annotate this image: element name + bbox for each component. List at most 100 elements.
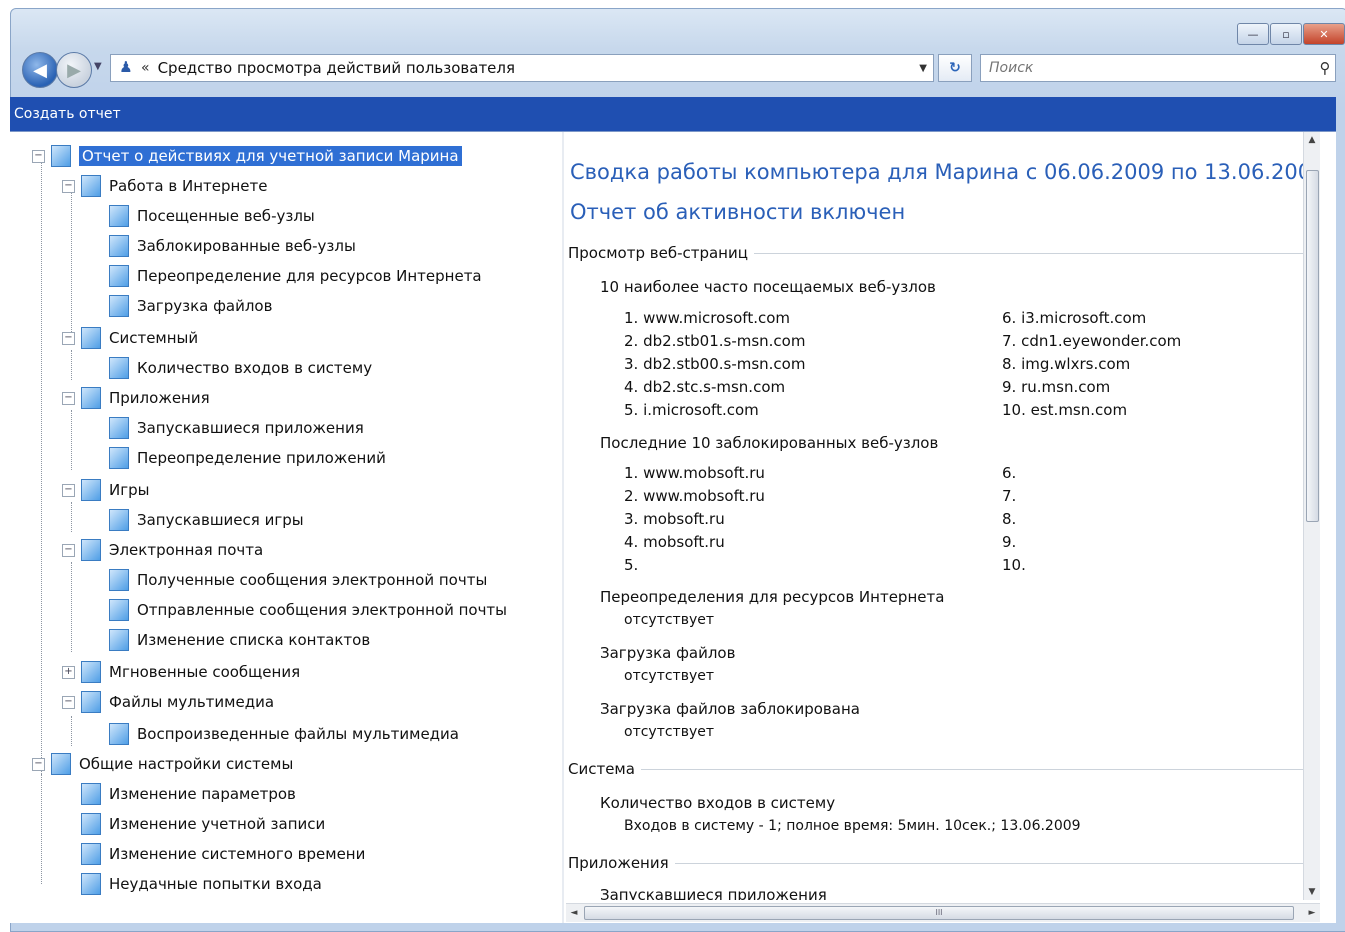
report-node-icon (81, 661, 101, 683)
tree-node-contacts-changes[interactable]: Изменение списка контактов (109, 626, 370, 654)
tree-node-system[interactable]: − Системный (62, 324, 198, 352)
section-label: Система (568, 760, 635, 778)
downloads-heading: Загрузка файлов (600, 644, 736, 662)
report-node-icon (109, 205, 129, 227)
logons-value: Входов в систему - 1; полное время: 5мин… (624, 818, 1081, 834)
section-web: Просмотр веб-страниц (568, 244, 1320, 262)
parental-controls-icon: ♟ (119, 58, 133, 76)
blocked-site: 8. (1002, 510, 1017, 528)
breadcrumb-current[interactable]: Средство просмотра действий пользователя (158, 59, 515, 77)
tree-node-time-changes[interactable]: Изменение системного времени (81, 840, 365, 868)
tree-node-label: Запускавшиеся игры (137, 511, 304, 529)
blocked-site: 1. www.mobsoft.ru (624, 464, 765, 482)
back-button[interactable]: ◀ (22, 52, 58, 88)
tree-node-sent-email[interactable]: Отправленные сообщения электронной почты (109, 596, 507, 624)
collapse-toggle-icon[interactable]: − (62, 483, 75, 497)
tree-node-played-media[interactable]: Воспроизведенные файлы мультимедиа (109, 720, 459, 748)
create-report-button[interactable]: Создать отчет (10, 106, 121, 122)
scroll-left-icon[interactable]: ◄ (566, 905, 582, 921)
forward-button[interactable]: ▶ (56, 52, 92, 88)
expand-toggle-icon[interactable]: + (62, 665, 75, 679)
vertical-scroll-thumb[interactable] (1306, 170, 1319, 522)
search-icon[interactable]: ⚲ (1315, 59, 1335, 77)
scroll-right-icon[interactable]: ► (1304, 905, 1320, 921)
tree-node-applications[interactable]: − Приложения (62, 384, 210, 412)
section-applications: Приложения (568, 854, 1320, 872)
collapse-toggle-icon[interactable]: − (62, 695, 75, 709)
tree-node-general-settings[interactable]: − Общие настройки системы (32, 750, 293, 778)
tree-node-web[interactable]: − Работа в Интернете (62, 172, 268, 200)
scroll-up-icon[interactable]: ▲ (1304, 132, 1320, 148)
address-bar[interactable]: ♟ « Средство просмотра действий пользова… (110, 54, 934, 82)
report-node-icon (109, 357, 129, 379)
tree-node-received-email[interactable]: Полученные сообщения электронной почты (109, 566, 487, 594)
refresh-icon: ↻ (949, 60, 961, 76)
refresh-button[interactable]: ↻ (938, 54, 972, 82)
tree-node-label: Общие настройки системы (79, 755, 294, 773)
maximize-button[interactable]: ▫ (1270, 23, 1302, 45)
command-bar: Создать отчет (10, 97, 1336, 131)
vertical-scrollbar[interactable]: ▲ ▼ (1303, 132, 1320, 900)
breadcrumb-chevron[interactable]: « (141, 60, 150, 76)
report-node-icon (81, 783, 101, 805)
blocked-downloads-value: отсутствует (624, 724, 715, 740)
tree-node-games[interactable]: − Игры (62, 476, 149, 504)
tree-node-media[interactable]: − Файлы мультимедиа (62, 688, 274, 716)
blocked-site: 5. (624, 556, 639, 574)
collapse-toggle-icon[interactable]: − (62, 391, 75, 405)
recent-pages-dropdown[interactable]: ▼ (94, 61, 102, 72)
tree-node-instant-messages[interactable]: + Мгновенные сообщения (62, 658, 300, 686)
tree-node-report-root[interactable]: − Отчет о действиях для учетной записи М… (32, 142, 462, 170)
tree-node-app-overrides[interactable]: Переопределение приложений (109, 444, 386, 472)
report-node-icon (109, 599, 129, 621)
tree-node-settings-changes[interactable]: Изменение параметров (81, 780, 296, 808)
report-node-icon (109, 265, 129, 287)
visited-site: 5. i.microsoft.com (624, 401, 759, 419)
horizontal-scrollbar[interactable]: ◄ III ► (566, 903, 1320, 922)
tree-node-label: Изменение системного времени (109, 845, 366, 863)
tree-node-label: Изменение параметров (109, 785, 296, 803)
report-status: Отчет об активности включен (570, 200, 906, 224)
tree-node-label: Приложения (109, 389, 210, 407)
tree-line (41, 774, 42, 884)
collapse-toggle-icon[interactable]: − (32, 149, 45, 163)
collapse-toggle-icon[interactable]: − (62, 543, 75, 557)
tree-node-web-overrides[interactable]: Переопределение для ресурсов Интернета (109, 262, 482, 290)
tree-node-account-changes[interactable]: Изменение учетной записи (81, 810, 325, 838)
report-node-icon (109, 629, 129, 651)
blocked-site: 10. (1002, 556, 1026, 574)
scroll-down-icon[interactable]: ▼ (1304, 884, 1320, 900)
tree-node-label: Файлы мультимедиа (109, 693, 275, 711)
collapse-toggle-icon[interactable]: − (62, 331, 75, 345)
close-button[interactable]: ✕ (1303, 23, 1345, 45)
tree-node-label: Изменение списка контактов (137, 631, 371, 649)
address-dropdown-icon[interactable]: ▼ (919, 63, 927, 74)
search-input[interactable] (981, 59, 1315, 77)
report-node-icon (109, 235, 129, 257)
tree-node-label: Системный (109, 329, 199, 347)
tree-line (71, 502, 72, 532)
horizontal-scroll-thumb[interactable]: III (584, 906, 1294, 920)
blocked-site: 9. (1002, 533, 1017, 551)
tree-node-file-downloads[interactable]: Загрузка файлов (109, 292, 272, 320)
search-box[interactable]: ⚲ (980, 54, 1336, 82)
collapse-toggle-icon[interactable]: − (62, 179, 75, 193)
caption-buttons: — ▫ ✕ (1237, 23, 1345, 45)
tree-node-launched-games[interactable]: Запускавшиеся игры (109, 506, 304, 534)
pane-splitter[interactable] (562, 132, 564, 923)
navigation-bar: ◀ ▶ ▼ ♟ « Средство просмотра действий по… (10, 48, 1336, 92)
tree-node-launched-apps[interactable]: Запускавшиеся приложения (109, 414, 364, 442)
visited-site: 6. i3.microsoft.com (1002, 309, 1147, 327)
tree-node-visited-sites[interactable]: Посещенные веб-узлы (109, 202, 315, 230)
visited-site: 10. est.msn.com (1002, 401, 1128, 419)
report-node-icon (81, 175, 101, 197)
arrow-right-icon: ▶ (67, 59, 81, 81)
minimize-button[interactable]: — (1237, 23, 1269, 45)
tree-node-label: Изменение учетной записи (109, 815, 326, 833)
tree-node-logons[interactable]: Количество входов в систему (109, 354, 372, 382)
tree-node-failed-logons[interactable]: Неудачные попытки входа (81, 870, 322, 898)
tree-node-blocked-sites[interactable]: Заблокированные веб-узлы (109, 232, 356, 260)
collapse-toggle-icon[interactable]: − (32, 757, 45, 771)
tree-node-email[interactable]: − Электронная почта (62, 536, 263, 564)
tree-line (41, 162, 42, 774)
